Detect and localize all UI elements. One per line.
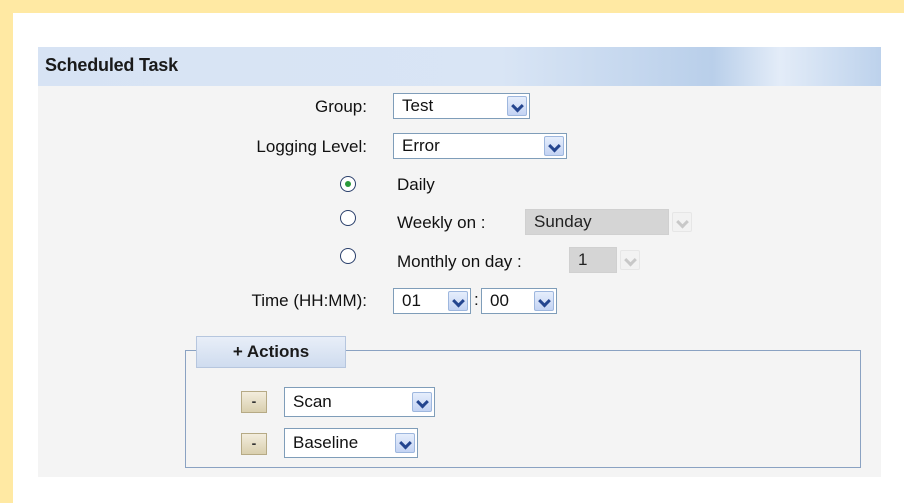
chevron-down-icon[interactable] [412, 392, 432, 412]
month-day-select: 1 [569, 247, 640, 273]
chevron-down-icon[interactable] [544, 136, 564, 156]
chevron-down-icon[interactable] [507, 96, 527, 116]
monthly-label: Monthly on day : [397, 252, 522, 271]
monthly-radio[interactable] [340, 248, 356, 264]
hour-select-value: 01 [402, 291, 421, 310]
daily-label: Daily [397, 175, 435, 194]
group-select-value: Test [402, 96, 434, 115]
chevron-down-icon [620, 250, 640, 270]
chevron-down-icon[interactable] [534, 291, 554, 311]
action-select-value: Scan [293, 392, 332, 411]
hour-select[interactable]: 01 [393, 288, 471, 314]
logging-level-select-value: Error [402, 136, 440, 155]
minute-select[interactable]: 00 [481, 288, 557, 314]
action-select-value: Baseline [293, 433, 359, 452]
actions-toggle-button[interactable]: + Actions [196, 336, 346, 368]
month-day-select-value: 1 [578, 250, 588, 269]
action-select[interactable]: Baseline [284, 428, 418, 458]
chevron-down-icon[interactable] [448, 291, 468, 311]
panel-title: Scheduled Task [45, 55, 178, 75]
weekly-radio[interactable] [340, 210, 356, 226]
weekday-select-value: Sunday [534, 212, 592, 231]
time-label: Time (HH:MM): [251, 291, 367, 310]
chevron-down-icon[interactable] [395, 433, 415, 453]
logging-level-label: Logging Level: [256, 137, 367, 156]
logging-level-select[interactable]: Error [393, 133, 567, 159]
minute-select-value: 00 [490, 291, 509, 310]
remove-action-button[interactable]: - [241, 433, 267, 455]
remove-action-button[interactable]: - [241, 391, 267, 413]
chevron-down-icon [672, 212, 692, 232]
weekly-label: Weekly on : [397, 213, 486, 232]
daily-radio[interactable] [340, 176, 356, 192]
action-select[interactable]: Scan [284, 387, 435, 417]
group-select[interactable]: Test [393, 93, 530, 119]
group-label: Group: [315, 97, 367, 116]
weekday-select: Sunday [525, 209, 692, 235]
time-separator: : [474, 290, 479, 309]
